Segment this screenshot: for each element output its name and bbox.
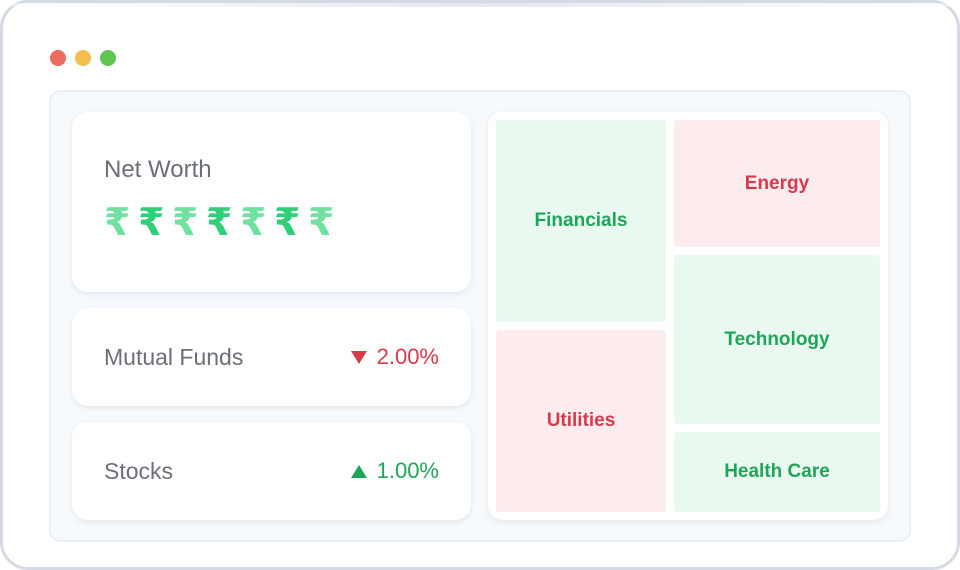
net-worth-card[interactable]: Net Worth ₹ ₹ ₹ ₹ ₹ ₹ ₹ — [72, 112, 471, 292]
maximize-window-button[interactable] — [100, 50, 116, 66]
sector-tile-label: Energy — [744, 172, 810, 194]
stocks-change: 1.00% — [350, 422, 439, 520]
net-worth-title: Net Worth — [104, 156, 212, 183]
stocks-card[interactable]: Stocks 1.00% — [72, 422, 471, 520]
sector-tile-label: Technology — [724, 328, 830, 350]
down-arrow-icon — [350, 350, 367, 364]
sector-tile-technology[interactable]: Technology — [674, 255, 880, 424]
rupee-symbol: ₹ — [104, 200, 131, 244]
window-controls — [50, 50, 116, 66]
mutual-funds-label: Mutual Funds — [104, 344, 244, 370]
sector-tile-health-care[interactable]: Health Care — [674, 432, 880, 512]
stocks-change-value: 1.00% — [376, 458, 439, 483]
sector-tile-label: Financials — [534, 210, 628, 231]
mutual-funds-card[interactable]: Mutual Funds 2.00% — [72, 308, 471, 406]
rupee-symbol: ₹ — [138, 200, 165, 244]
minimize-window-button[interactable] — [75, 50, 91, 66]
sector-tile-energy[interactable]: Energy — [674, 120, 880, 247]
mutual-funds-change: 2.00% — [350, 308, 439, 406]
net-worth-masked-value: ₹ ₹ ₹ ₹ ₹ ₹ ₹ — [104, 200, 342, 244]
up-arrow-icon — [350, 464, 367, 478]
sector-tile-label: Health Care — [724, 461, 830, 482]
stocks-label: Stocks — [104, 458, 174, 484]
window-top-edge — [3, 3, 960, 7]
sector-heatmap: Financials Energy Technology Utilities H… — [488, 112, 888, 520]
rupee-symbol: ₹ — [172, 200, 199, 244]
sector-tile-label: Utilities — [546, 410, 616, 431]
sector-tile-utilities[interactable]: Utilities — [496, 330, 666, 512]
rupee-symbol: ₹ — [308, 200, 335, 244]
sector-tile-financials[interactable]: Financials — [496, 120, 666, 322]
rupee-symbol: ₹ — [274, 200, 301, 244]
rupee-symbol: ₹ — [240, 200, 267, 244]
rupee-symbol: ₹ — [206, 200, 233, 244]
mutual-funds-change-value: 2.00% — [376, 344, 439, 369]
close-window-button[interactable] — [50, 50, 66, 66]
